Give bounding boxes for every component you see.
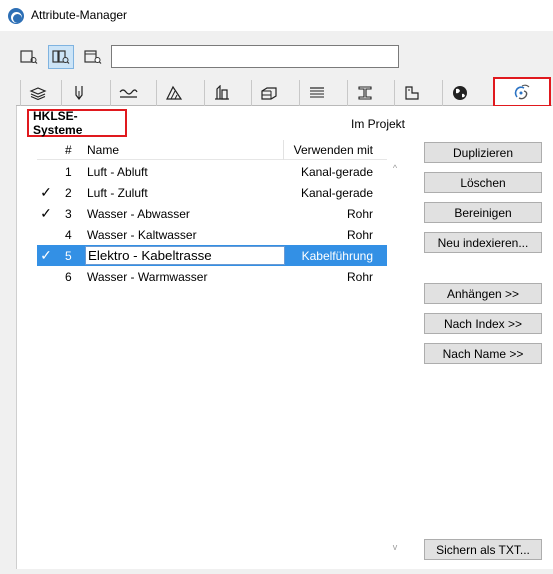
view-mode-2-button[interactable] xyxy=(48,45,74,69)
header-use-with[interactable]: Verwenden mit xyxy=(283,143,387,157)
view-list-icon xyxy=(20,50,38,64)
search-input[interactable] xyxy=(111,45,399,68)
layers-icon xyxy=(29,87,47,101)
in-project-check: ✓ xyxy=(40,205,52,221)
tab-mep-systems[interactable] xyxy=(493,77,551,107)
tab-surfaces[interactable] xyxy=(299,80,334,106)
row-name-edit-field[interactable] xyxy=(85,246,285,265)
in-project-label: Im Projekt xyxy=(351,117,406,131)
attribute-panel: HKLSE-Systeme Im Projekt # Name Verwende… xyxy=(16,106,553,569)
append-button[interactable]: Anhängen >> xyxy=(424,283,542,304)
row-name: Wasser - Abwasser xyxy=(87,206,190,221)
view-mode-3-button[interactable] xyxy=(80,45,106,69)
row-number: 3 xyxy=(65,206,72,221)
zone-category-icon xyxy=(405,86,419,100)
duplicate-button[interactable]: Duplizieren xyxy=(424,142,542,163)
archicad-app-icon xyxy=(8,8,24,24)
sort-by-index-button[interactable]: Nach Index >> xyxy=(424,313,542,334)
save-as-txt-button[interactable]: Sichern als TXT... xyxy=(424,539,542,560)
in-project-check: ✓ xyxy=(40,184,52,200)
material-icon xyxy=(261,87,277,100)
table-header: # Name Verwenden mit xyxy=(37,140,387,160)
row-number: 5 xyxy=(65,248,72,263)
window-body: HKLSE-Systeme Im Projekt # Name Verwende… xyxy=(0,31,553,574)
globe-icon xyxy=(453,86,467,100)
row-number: 4 xyxy=(65,227,72,242)
mep-systems-icon xyxy=(514,84,530,100)
scroll-up-arrow[interactable]: ^ xyxy=(388,163,402,173)
tab-composites[interactable] xyxy=(204,80,239,106)
row-name: Wasser - Warmwasser xyxy=(87,269,208,284)
reindex-button[interactable]: Neu indexieren... xyxy=(424,232,542,253)
row-name: Luft - Zuluft xyxy=(87,185,148,200)
table-row-selected[interactable]: ✓ 5 Kabelführung xyxy=(37,245,387,266)
tab-profiles[interactable] xyxy=(347,80,382,106)
row-number: 1 xyxy=(65,164,72,179)
tab-materials[interactable] xyxy=(251,80,286,106)
fill-type-icon xyxy=(166,85,183,100)
tab-line-types[interactable] xyxy=(110,80,145,106)
column-separator xyxy=(283,140,284,160)
in-project-check: ✓ xyxy=(40,247,52,263)
row-number: 6 xyxy=(65,269,72,284)
row-use-with: Kabelführung xyxy=(301,248,373,263)
mep-systems-table: # Name Verwenden mit 1 Luft - Abluft Kan… xyxy=(37,140,387,560)
line-type-icon xyxy=(119,89,138,98)
composite-icon xyxy=(215,85,229,100)
tab-fill-types[interactable] xyxy=(156,80,191,106)
table-row[interactable]: 4 Wasser - Kaltwasser Rohr xyxy=(37,224,387,245)
tab-pens[interactable] xyxy=(61,80,96,106)
attribute-tab-bar xyxy=(16,77,552,107)
row-use-with: Rohr xyxy=(346,227,373,242)
view-mode-1-button[interactable] xyxy=(16,45,42,69)
row-use-with: Rohr xyxy=(346,269,373,284)
view-split-icon xyxy=(52,50,70,64)
row-name: Wasser - Kaltwasser xyxy=(87,227,197,242)
section-title: HKLSE-Systeme xyxy=(27,109,127,137)
row-number: 2 xyxy=(65,185,72,200)
row-use-with: Rohr xyxy=(346,206,373,221)
surface-icon xyxy=(310,87,324,98)
purge-button[interactable]: Bereinigen xyxy=(424,202,542,223)
table-row[interactable]: ✓ 2 Luft - Zuluft Kanal-gerade xyxy=(37,182,387,203)
sort-by-name-button[interactable]: Nach Name >> xyxy=(424,343,542,364)
row-name: Luft - Abluft xyxy=(87,164,148,179)
delete-button[interactable]: Löschen xyxy=(424,172,542,193)
pen-icon xyxy=(75,86,83,100)
table-row[interactable]: ✓ 3 Wasser - Abwasser Rohr xyxy=(37,203,387,224)
tab-zone-categories[interactable] xyxy=(394,80,429,106)
table-row[interactable]: 1 Luft - Abluft Kanal-gerade xyxy=(37,161,387,182)
header-name[interactable]: Name xyxy=(87,143,119,157)
view-preview-icon xyxy=(84,50,102,64)
row-use-with: Kanal-gerade xyxy=(300,164,373,179)
profile-icon xyxy=(358,86,372,100)
row-use-with: Kanal-gerade xyxy=(300,185,373,200)
header-number[interactable]: # xyxy=(65,143,73,157)
title-bar: Attribute-Manager xyxy=(0,0,553,31)
tab-locations[interactable] xyxy=(442,80,477,106)
tab-layers[interactable] xyxy=(20,80,55,106)
scroll-down-arrow[interactable]: v xyxy=(388,542,402,552)
window-title: Attribute-Manager xyxy=(31,8,128,22)
table-row[interactable]: 6 Wasser - Warmwasser Rohr xyxy=(37,266,387,287)
